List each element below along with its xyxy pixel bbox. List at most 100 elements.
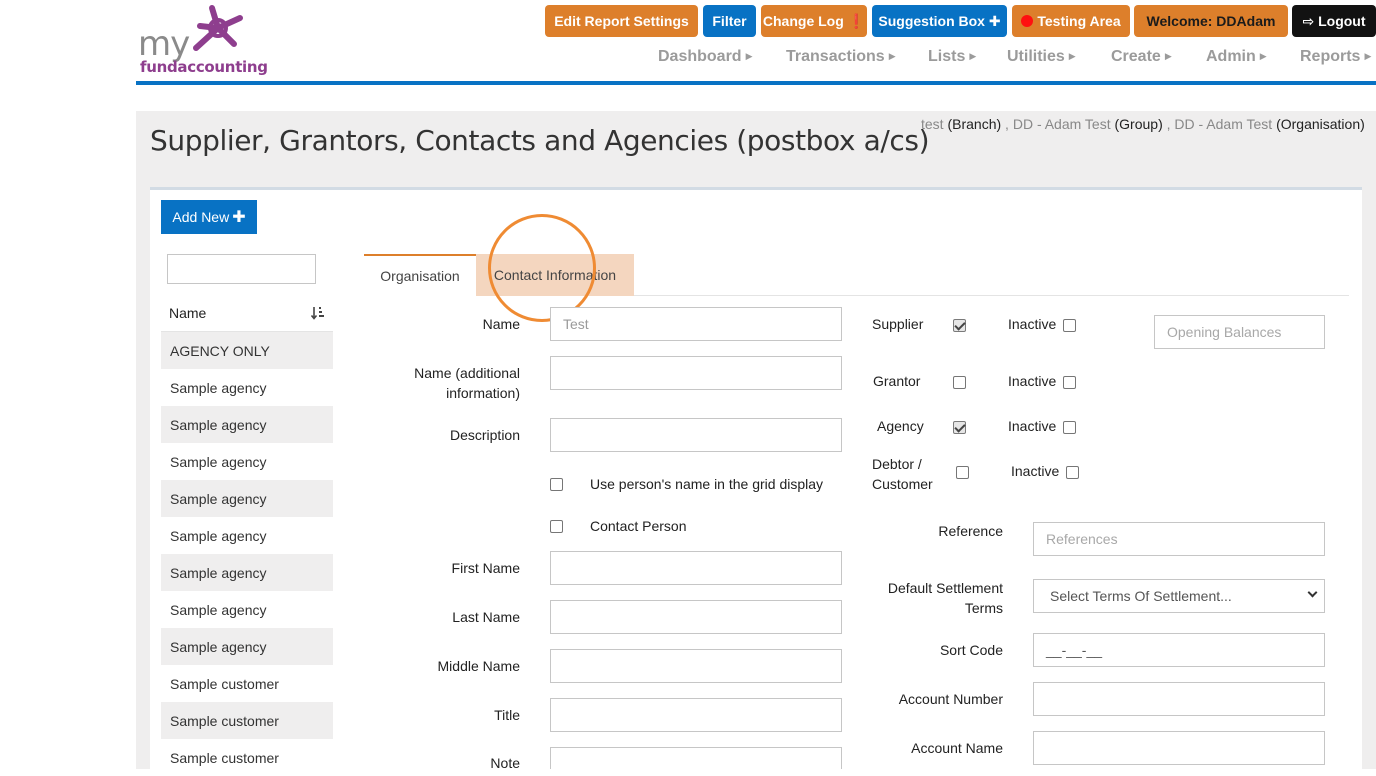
account-name-input[interactable] <box>1033 731 1325 765</box>
list-item[interactable]: Sample agency <box>161 554 333 591</box>
caret-right-icon: ▶ <box>969 51 977 61</box>
account-number-input[interactable] <box>1033 682 1325 716</box>
nav-admin-label: Admin <box>1206 48 1256 65</box>
name-additional-input[interactable] <box>550 356 842 390</box>
name-additional-label: Name (additional information) <box>414 365 520 401</box>
last-name-input[interactable] <box>550 600 842 634</box>
reference-label: Reference <box>938 523 1003 539</box>
list-header-label: Name <box>169 305 207 321</box>
debtor-customer-checkbox[interactable] <box>956 466 969 479</box>
list-item[interactable]: Sample customer <box>161 702 333 739</box>
contact-person-label: Contact Person <box>590 518 687 534</box>
name-input[interactable]: Test <box>550 307 842 341</box>
tab-contact-information[interactable]: Contact Information <box>476 254 634 296</box>
middle-name-input[interactable] <box>550 649 842 683</box>
breadcrumb-group-type: (Group) <box>1114 116 1163 132</box>
use-person-name-checkbox[interactable] <box>550 478 563 491</box>
caret-right-icon: ▶ <box>1068 51 1076 61</box>
agency-inactive-checkbox[interactable] <box>1063 421 1076 434</box>
grantor-checkbox[interactable] <box>953 376 966 389</box>
supplier-label: Supplier <box>872 316 924 332</box>
title-input[interactable] <box>550 698 842 732</box>
settlement-terms-select[interactable]: Select Terms Of Settlement... <box>1033 579 1325 613</box>
reference-input[interactable]: References <box>1033 522 1325 556</box>
first-name-input[interactable] <box>550 551 842 585</box>
change-log-button[interactable]: Change Log ❗ <box>761 5 867 37</box>
name-label: Name <box>482 316 520 332</box>
nav-lists-label: Lists <box>928 48 966 65</box>
list-item[interactable]: Sample agency <box>161 369 333 406</box>
caret-right-icon: ▶ <box>1259 51 1267 61</box>
filter-button[interactable]: Filter <box>703 5 756 37</box>
last-name-label: Last Name <box>452 609 520 625</box>
sort-descending-icon[interactable] <box>311 306 325 320</box>
agency-label: Agency <box>877 418 924 434</box>
welcome-user-button[interactable]: Welcome: DDAdam <box>1134 5 1288 37</box>
nav-create[interactable]: Create ▶ <box>1111 48 1172 66</box>
tab-organisation[interactable]: Organisation <box>364 254 476 296</box>
debtor-inactive-label: Inactive <box>1011 463 1060 479</box>
logout-button[interactable]: ⇨ Logout <box>1292 5 1376 37</box>
plus-icon: ✚ <box>232 209 246 226</box>
page-title: Supplier, Grantors, Contacts and Agencie… <box>150 124 930 157</box>
nav-transactions-label: Transactions <box>786 48 885 65</box>
caret-right-icon: ▶ <box>1164 51 1172 61</box>
list-item[interactable]: Sample agency <box>161 406 333 443</box>
list-search-input[interactable] <box>167 254 316 284</box>
nav-transactions[interactable]: Transactions ▶ <box>786 48 896 66</box>
breadcrumb-organisation-name[interactable]: DD - Adam Test <box>1174 116 1272 132</box>
debtor-inactive-checkbox[interactable] <box>1066 466 1079 479</box>
title-label: Title <box>494 707 520 723</box>
note-input[interactable] <box>550 747 842 769</box>
settlement-terms-selected: Select Terms Of Settlement... <box>1050 588 1232 604</box>
supplier-inactive-label: Inactive <box>1008 316 1057 332</box>
logo[interactable]: my fundaccounting <box>136 2 268 78</box>
agency-checkbox[interactable] <box>953 421 966 434</box>
breadcrumb-branch-type: (Branch) <box>947 116 1002 132</box>
supplier-checkbox[interactable] <box>953 319 966 332</box>
breadcrumb-organisation-type: (Organisation) <box>1276 116 1365 132</box>
grantor-label: Grantor <box>873 373 921 389</box>
nav-reports[interactable]: Reports ▶ <box>1300 48 1371 66</box>
list-header-name[interactable]: Name <box>161 295 333 332</box>
list-item[interactable]: Sample agency <box>161 591 333 628</box>
description-label: Description <box>449 427 520 443</box>
grantor-inactive-checkbox[interactable] <box>1063 376 1076 389</box>
default-settlement-terms-label: Default Settlement Terms <box>887 580 1003 616</box>
edit-report-settings-button[interactable]: Edit Report Settings <box>545 5 698 37</box>
entity-list: Name AGENCY ONLY Sample agency Sample ag… <box>161 295 333 776</box>
sort-code-label: Sort Code <box>939 642 1003 658</box>
contact-person-checkbox[interactable] <box>550 520 563 533</box>
nav-dashboard[interactable]: Dashboard ▶ <box>658 48 753 66</box>
nav-create-label: Create <box>1111 48 1161 65</box>
supplier-inactive-checkbox[interactable] <box>1063 319 1076 332</box>
breadcrumb-branch-name[interactable]: test <box>921 116 944 132</box>
list-item[interactable]: Sample customer <box>161 665 333 702</box>
nav-dashboard-label: Dashboard <box>658 48 742 65</box>
testing-area-button[interactable]: Testing Area <box>1012 5 1130 37</box>
add-new-button[interactable]: Add New ✚ <box>161 200 257 234</box>
caret-right-icon: ▶ <box>888 51 896 61</box>
first-name-label: First Name <box>451 560 520 576</box>
logo-name-text: fundaccounting <box>140 58 268 76</box>
use-person-name-label: Use person's name in the grid display <box>590 476 824 492</box>
grantor-inactive-label: Inactive <box>1008 373 1057 389</box>
breadcrumb-group-name[interactable]: DD - Adam Test <box>1013 116 1111 132</box>
suggestion-box-button[interactable]: Suggestion Box ✚ <box>872 5 1007 37</box>
list-item[interactable]: Sample agency <box>161 443 333 480</box>
nav-lists[interactable]: Lists ▶ <box>928 48 976 66</box>
agency-inactive-label: Inactive <box>1008 418 1057 434</box>
description-input[interactable] <box>550 418 842 452</box>
list-item[interactable]: Sample customer <box>161 739 333 776</box>
nav-admin[interactable]: Admin ▶ <box>1206 48 1267 66</box>
nav-utilities[interactable]: Utilities ▶ <box>1007 48 1076 66</box>
list-item[interactable]: AGENCY ONLY <box>161 332 333 369</box>
opening-balances-input[interactable]: Opening Balances <box>1154 315 1325 349</box>
list-item[interactable]: Sample agency <box>161 628 333 665</box>
nav-reports-label: Reports <box>1300 48 1361 65</box>
list-item[interactable]: Sample agency <box>161 517 333 554</box>
sort-code-input[interactable]: __-__-__ <box>1033 633 1325 667</box>
list-item[interactable]: Sample agency <box>161 480 333 517</box>
caret-right-icon: ▶ <box>1364 51 1372 61</box>
nav-utilities-label: Utilities <box>1007 48 1065 65</box>
